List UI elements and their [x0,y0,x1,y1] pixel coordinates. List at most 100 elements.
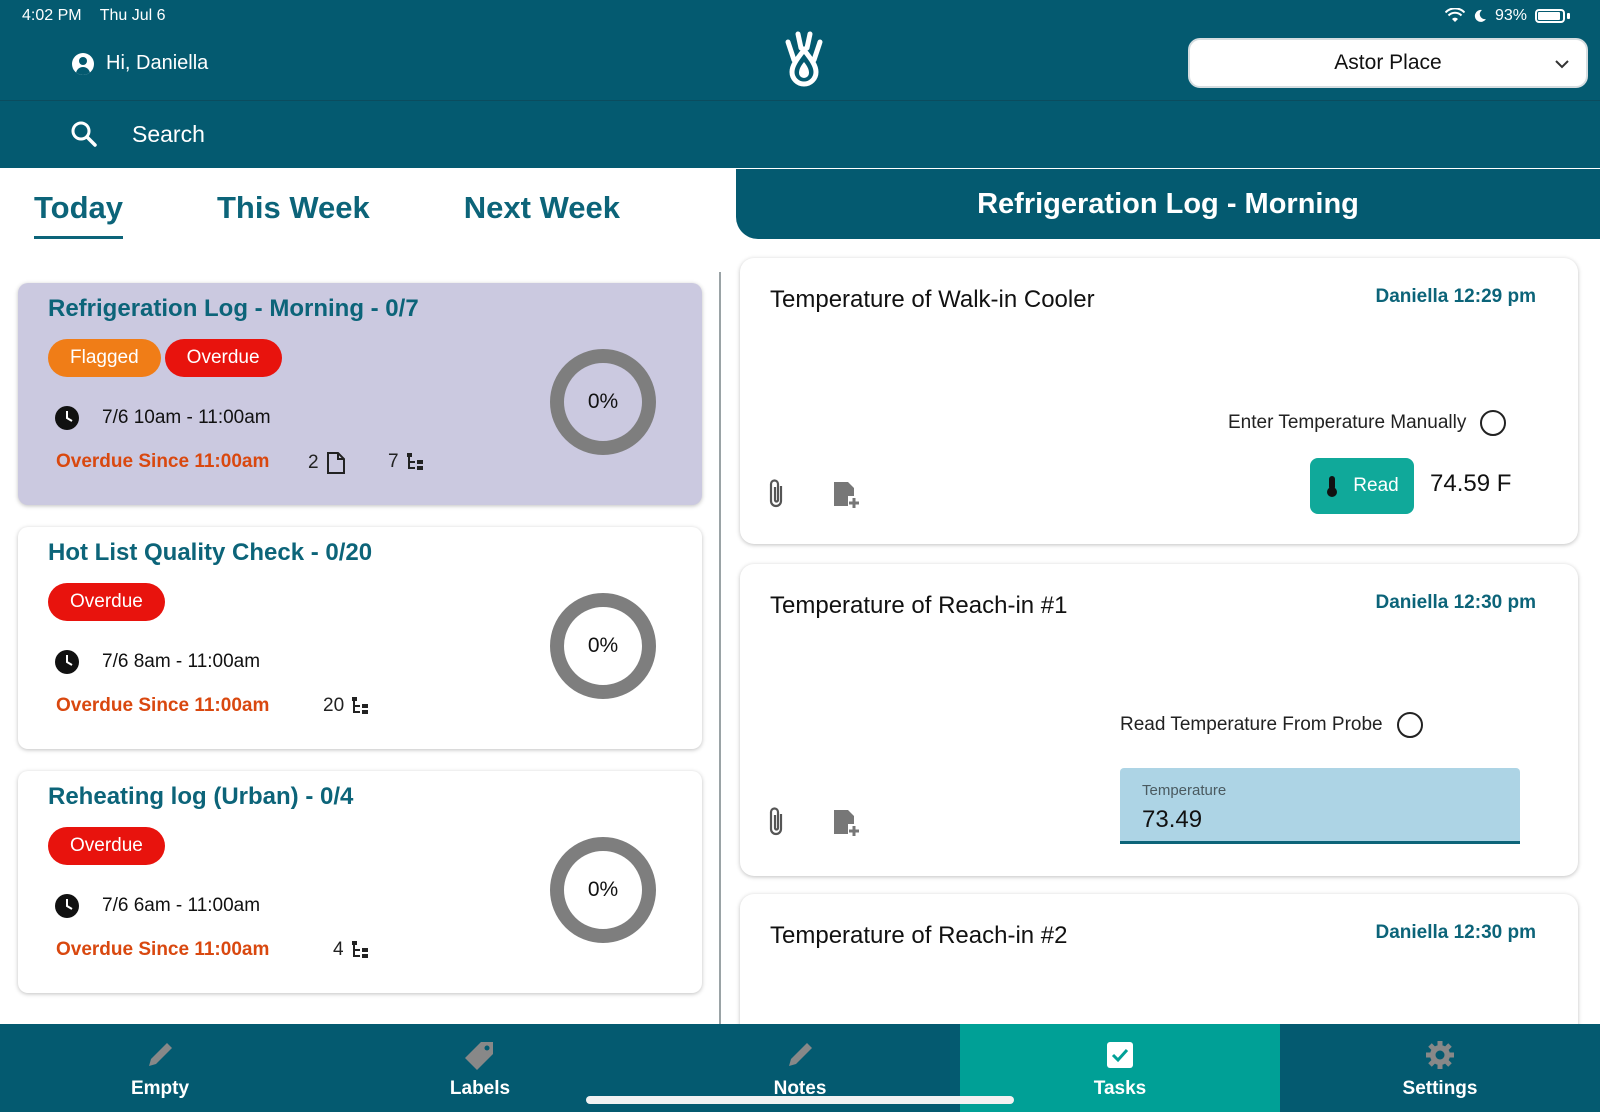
overdue-badge: Overdue [48,827,165,865]
battery-tip [1567,13,1570,19]
battery-icon [1535,9,1565,23]
task-title: Reheating log (Urban) - 0/4 [48,783,354,810]
nav-label: Empty [130,1078,190,1099]
detail-panel-title: Refrigeration Log - Morning [736,169,1600,239]
app-header: 4:02 PM Thu Jul 6 93% Hi, Daniella Astor… [0,0,1600,168]
location-value: Astor Place [1334,51,1442,74]
task-time: 7/6 8am - 11:00am [102,651,261,672]
status-time-date: 4:02 PM Thu Jul 6 [22,7,180,25]
subtask-count-value: 4 [333,939,344,960]
overdue-badge: Overdue [164,339,282,377]
overdue-since: Overdue Since 11:00am [56,695,270,716]
subtask-count: 7 [388,451,427,473]
chevron-down-icon [1555,60,1569,69]
clock-icon [55,894,79,918]
probe-reading-toggle[interactable]: Read Temperature From Probe [1120,712,1423,738]
tag-icon [465,1042,493,1070]
location-select[interactable]: Astor Place [1188,38,1588,88]
subtask-count: 20 [323,695,372,717]
task-card[interactable]: Reheating log (Urban) - 0/4 Overdue 7/6 … [18,771,702,993]
subtask-count: 4 [333,939,372,961]
task-badges: Flagged Overdue [48,339,282,377]
overdue-since: Overdue Since 11:00am [56,939,270,960]
item-meta: Daniella 12:30 pm [1375,592,1536,613]
item-title: Temperature of Walk-in Cooler [770,286,1095,313]
home-indicator[interactable] [586,1096,1014,1104]
header-divider [0,100,1600,101]
search-icon [71,121,97,147]
task-title: Refrigeration Log - Morning - 0/7 [48,295,419,322]
task-title: Hot List Quality Check - 0/20 [48,539,373,566]
progress-label: 0% [587,878,619,901]
read-button-label: Read [1353,475,1399,496]
account-icon [72,52,94,75]
moon-icon [1474,9,1486,22]
paperclip-icon[interactable] [766,476,788,510]
app-logo-icon [785,31,823,87]
subtask-count-value: 7 [388,451,399,472]
greeting-text: Hi, Daniella [106,52,209,74]
task-card[interactable]: Refrigeration Log - Morning - 0/7 Flagge… [18,283,702,505]
checklist-item-card: Temperature of Reach-in #1 Daniella 12:3… [740,564,1578,876]
add-note-icon[interactable] [832,480,862,510]
clock-icon [55,406,79,430]
search-bar[interactable]: Search [70,120,205,148]
option-label: Enter Temperature Manually [1228,412,1467,433]
temperature-reading: 74.59 F [1430,470,1512,497]
thermometer-icon [1327,476,1338,497]
task-card[interactable]: Hot List Quality Check - 0/20 Overdue 7/… [18,527,702,749]
tab-next-week[interactable]: Next Week [464,190,620,239]
subtask-count-value: 20 [323,695,345,716]
task-time: 7/6 10am - 11:00am [102,407,271,428]
subtasks-icon [351,941,368,958]
progress-label: 0% [587,390,619,413]
panel-divider [719,272,721,1024]
item-title: Temperature of Reach-in #2 [770,922,1068,949]
checklist-item-card: Temperature of Walk-in Cooler Daniella 1… [740,258,1578,544]
clock-icon [55,650,79,674]
overdue-badge: Overdue [48,583,165,621]
task-badges: Overdue [48,583,165,621]
item-meta: Daniella 12:30 pm [1375,922,1536,943]
task-time-row: 7/6 10am - 11:00am [54,405,271,431]
pencil-icon [789,1043,812,1066]
manual-entry-radio[interactable] [1480,410,1507,436]
status-bar: 4:02 PM Thu Jul 6 93% [0,0,1600,32]
nav-label: Labels [449,1078,511,1099]
tab-this-week[interactable]: This Week [217,190,370,239]
file-count-value: 2 [308,452,319,473]
task-time-row: 7/6 6am - 11:00am [54,893,260,919]
read-temperature-button[interactable]: Read [1310,458,1414,514]
gear-icon [1426,1041,1454,1069]
task-time-row: 7/6 8am - 11:00am [54,649,260,675]
file-count: 2 [308,451,347,475]
nav-label: Tasks [1093,1078,1147,1099]
manual-entry-toggle[interactable]: Enter Temperature Manually [1228,410,1507,436]
item-meta: Daniella 12:29 pm [1375,286,1536,307]
status-date: Thu Jul 6 [99,7,166,24]
add-note-icon[interactable] [832,808,862,838]
task-time: 7/6 6am - 11:00am [102,895,261,916]
search-input[interactable]: Search [132,121,205,148]
overdue-since: Overdue Since 11:00am [56,451,270,472]
temperature-input[interactable]: Temperature 73.49 [1120,768,1520,844]
progress-label: 0% [587,634,619,657]
temperature-input-value[interactable]: 73.49 [1142,806,1202,834]
date-tabs: Today This Week Next Week [34,190,620,239]
checkbox-icon [1107,1042,1133,1068]
status-time: 4:02 PM [22,7,82,24]
paperclip-icon[interactable] [766,804,788,838]
subtasks-icon [352,697,369,714]
tab-today[interactable]: Today [34,190,123,239]
option-label: Read Temperature From Probe [1120,714,1383,735]
nav-empty[interactable]: Empty [0,1024,320,1112]
task-badges: Overdue [48,827,165,865]
user-greeting[interactable]: Hi, Daniella [72,52,208,75]
subtasks-icon [406,453,423,470]
nav-settings[interactable]: Settings [1280,1024,1600,1112]
status-indicators: 93% [1444,7,1570,25]
document-icon [326,452,345,474]
item-title: Temperature of Reach-in #1 [770,592,1068,619]
probe-reading-radio[interactable] [1396,712,1423,738]
flagged-badge: Flagged [48,339,161,377]
